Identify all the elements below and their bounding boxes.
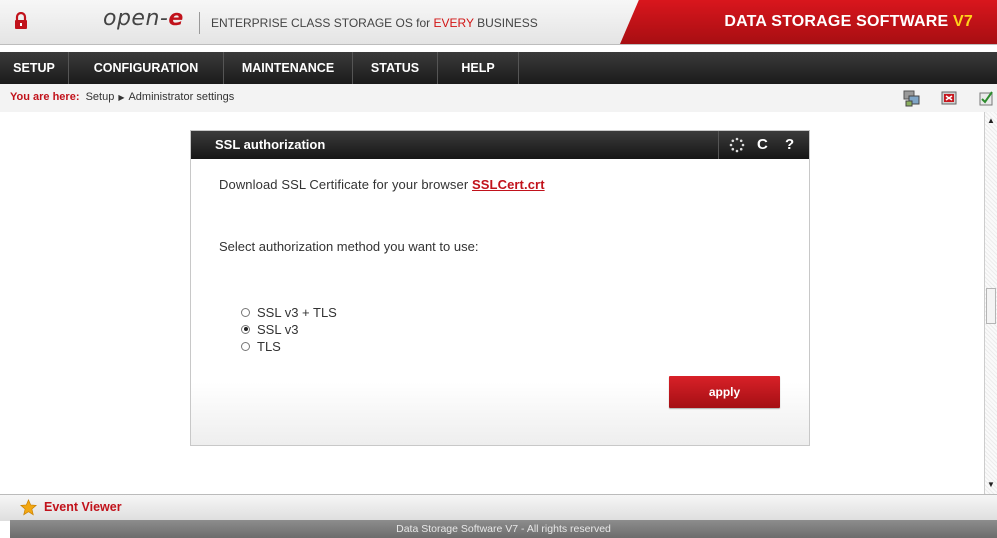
- scroll-thumb[interactable]: [986, 288, 996, 324]
- lock-icon: [15, 12, 27, 29]
- nav-help[interactable]: HELP: [438, 52, 519, 84]
- brand-banner: DATA STORAGE SOFTWARE V7: [620, 0, 997, 44]
- event-viewer-link[interactable]: Event Viewer: [44, 500, 122, 514]
- option-ssl-v3-tls[interactable]: SSL v3 + TLS: [241, 304, 337, 320]
- spinner-icon[interactable]: [729, 137, 745, 153]
- breadcrumb: You are here: Setup ▶ Administrator settin…: [10, 91, 234, 103]
- option-label: SSL v3: [257, 321, 299, 337]
- radio-ssl-v3[interactable]: [241, 324, 250, 334]
- app-header: open-e ENTERPRISE CLASS STORAGE OS for E…: [0, 0, 997, 45]
- option-label: TLS: [257, 338, 281, 354]
- radio-ssl-v3-tls[interactable]: [241, 307, 250, 317]
- star-icon: [20, 499, 37, 516]
- main-nav: SETUP CONFIGURATION MAINTENANCE STATUS H…: [0, 52, 997, 84]
- refresh-icon[interactable]: C: [757, 136, 768, 153]
- logout-icon[interactable]: [940, 89, 958, 107]
- scroll-down-icon[interactable]: ▼: [986, 478, 996, 492]
- breadcrumb-bar: You are here: Setup ▶ Administrator settin…: [0, 84, 997, 113]
- nav-status[interactable]: STATUS: [353, 52, 438, 84]
- option-ssl-v3[interactable]: SSL v3: [241, 321, 298, 337]
- breadcrumb-item-setup[interactable]: Setup: [86, 91, 115, 103]
- download-line: Download SSL Certificate for your browse…: [219, 177, 545, 192]
- panel-title: SSL authorization: [215, 137, 326, 152]
- vertical-scrollbar[interactable]: ▲ ▼: [984, 112, 997, 494]
- chevron-right-icon: ▶: [118, 93, 125, 102]
- option-tls[interactable]: TLS: [241, 338, 281, 354]
- apply-button[interactable]: apply: [669, 376, 780, 408]
- brand-title: DATA STORAGE SOFTWARE V7: [724, 13, 973, 30]
- radio-tls[interactable]: [241, 341, 250, 351]
- panel-tools: C ?: [718, 131, 809, 159]
- panel-header: SSL authorization C ?: [191, 131, 809, 159]
- copyright-text: Data Storage Software V7 - All rights re…: [396, 523, 611, 535]
- breadcrumb-item-admin[interactable]: Administrator settings: [128, 91, 234, 103]
- tagline: ENTERPRISE CLASS STORAGE OS for EVERY BU…: [211, 16, 538, 30]
- network-config-icon[interactable]: [903, 89, 921, 107]
- footer-bar: Event Viewer: [0, 494, 997, 521]
- ssl-cert-link[interactable]: SSLCert.crt: [472, 177, 545, 192]
- breadcrumb-label: You are here:: [10, 91, 80, 103]
- nav-configuration[interactable]: CONFIGURATION: [69, 52, 224, 84]
- scroll-up-icon[interactable]: ▲: [986, 114, 996, 128]
- nav-setup[interactable]: SETUP: [0, 52, 69, 84]
- logo-divider: [199, 12, 200, 34]
- select-method-label: Select authorization method you want to …: [219, 239, 479, 254]
- ssl-authorization-panel: SSL authorization C ? Download SSL Certi…: [190, 130, 810, 446]
- check-icon[interactable]: [977, 89, 995, 107]
- nav-maintenance[interactable]: MAINTENANCE: [224, 52, 353, 84]
- option-label: SSL v3 + TLS: [257, 304, 337, 320]
- download-text: Download SSL Certificate for your browse…: [219, 177, 472, 192]
- copyright-bar: Data Storage Software V7 - All rights re…: [10, 520, 997, 538]
- help-icon[interactable]: ?: [785, 136, 794, 153]
- logo: open-e: [103, 6, 184, 31]
